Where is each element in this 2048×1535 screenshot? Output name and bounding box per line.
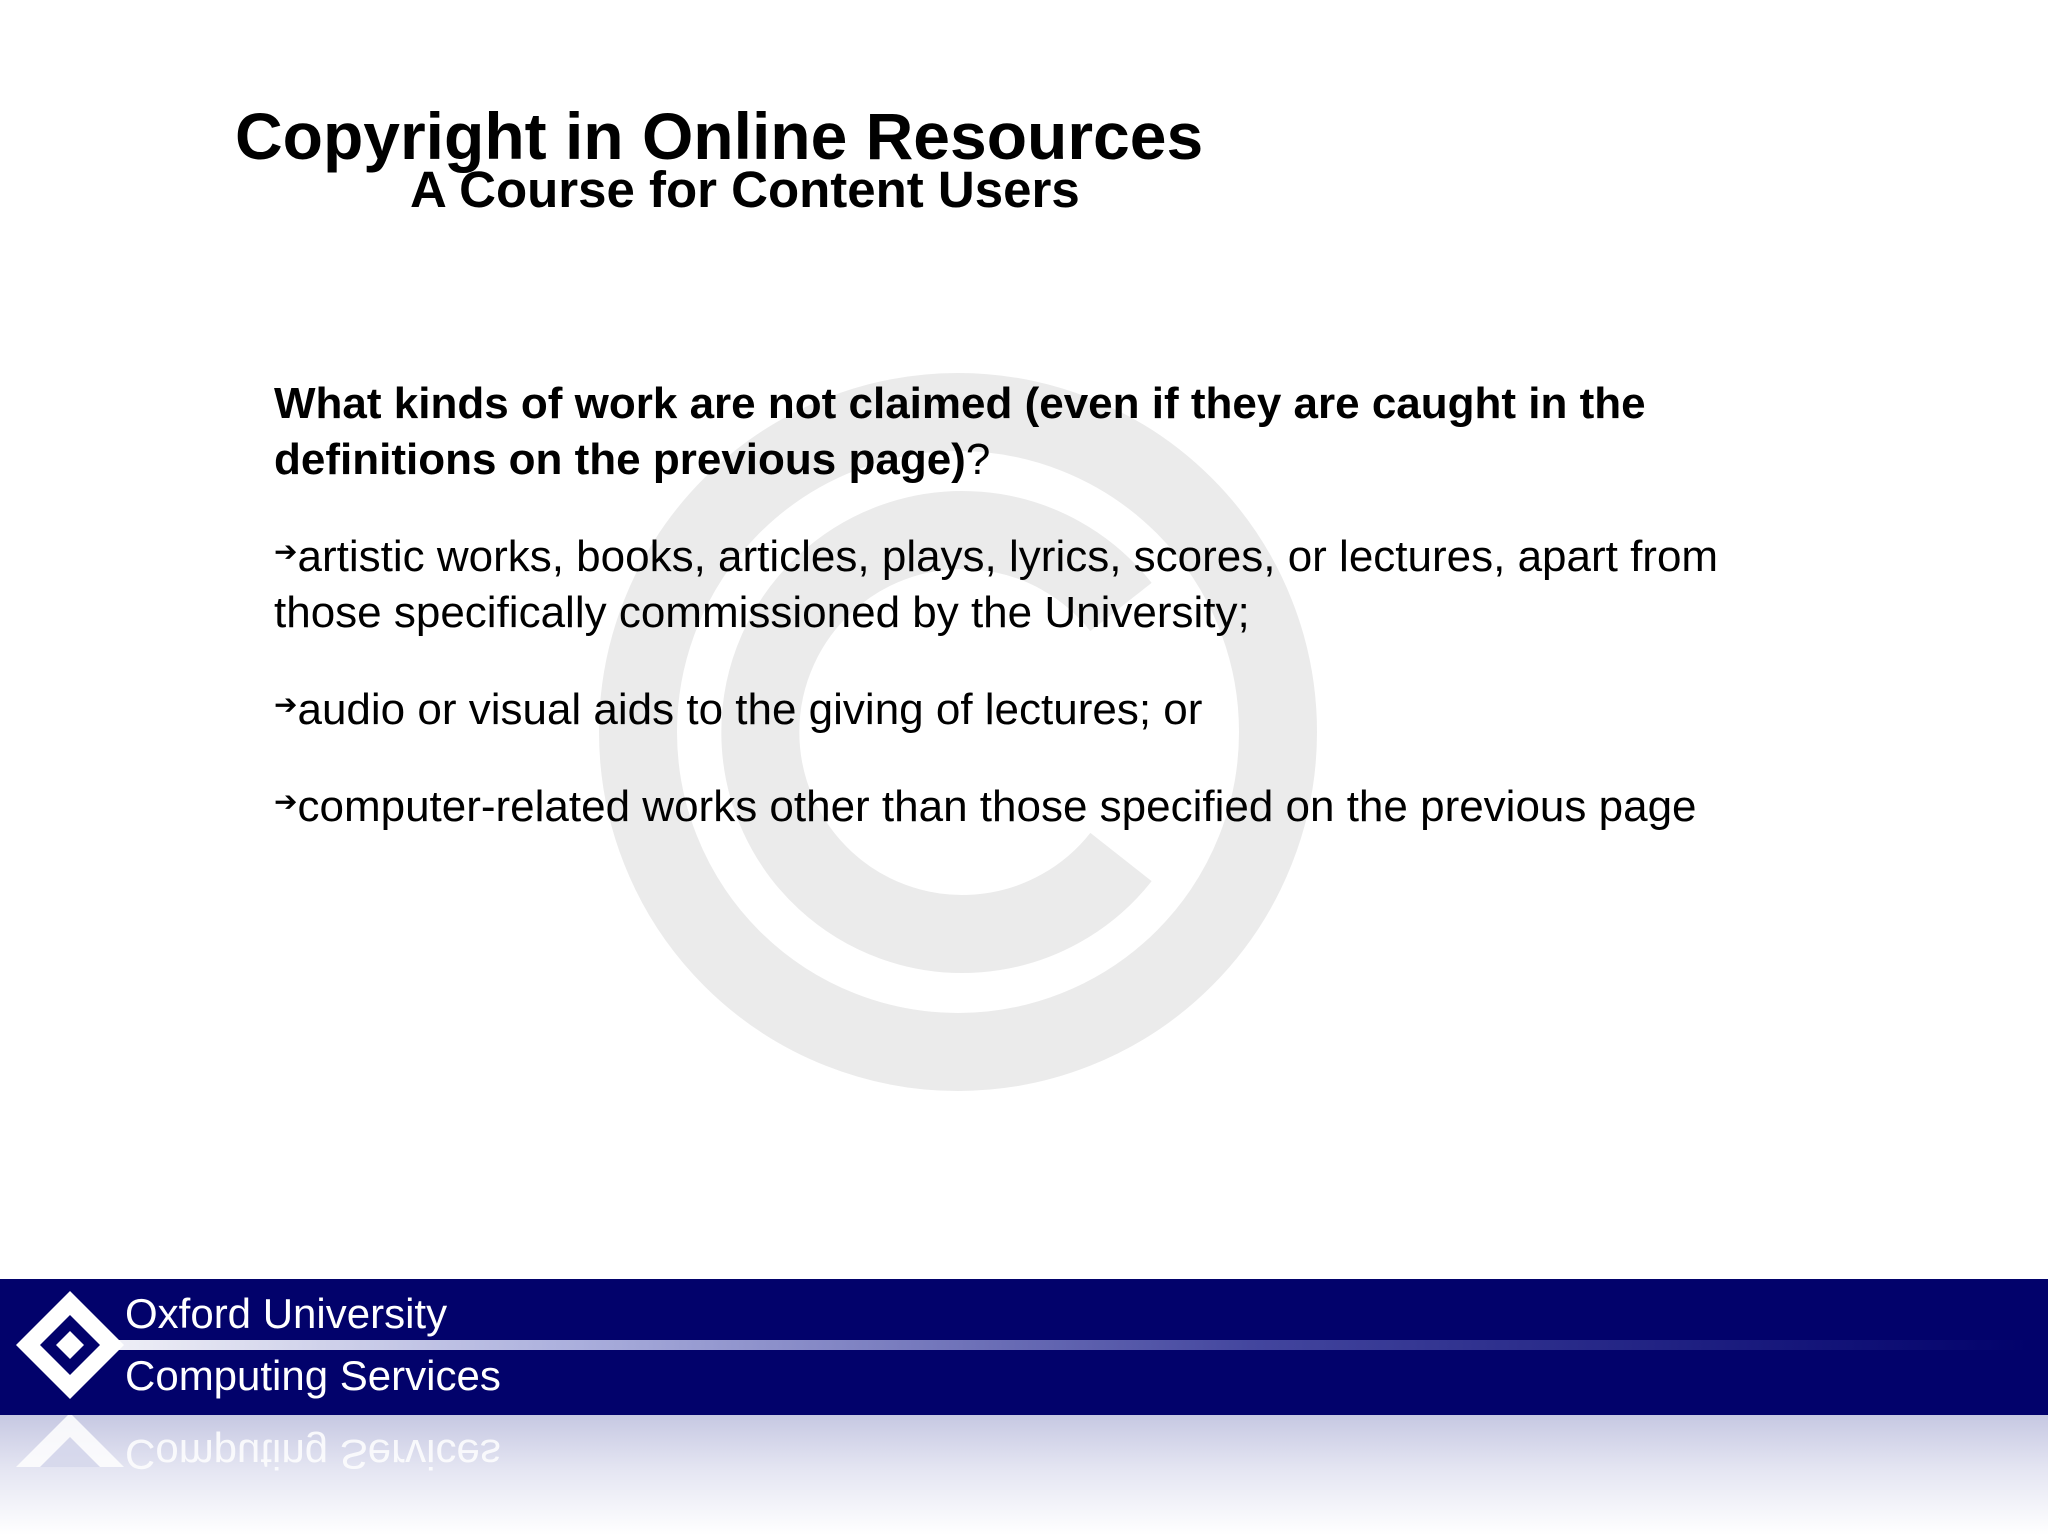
footer-light-streak: [90, 1340, 2030, 1350]
slide-body: What kinds of work are not claimed (even…: [274, 376, 1834, 871]
oucs-diamond-logo-icon: [16, 1291, 124, 1399]
bullet-item: ➔audio or visual aids to the giving of l…: [274, 677, 1834, 738]
question-bold: What kinds of work are not claimed (even…: [274, 379, 1646, 484]
bullet-item: ➔computer-related works other than those…: [274, 774, 1834, 835]
arrow-bullet-icon: ➔: [274, 689, 298, 720]
footer-org-line1: Oxford University: [125, 1290, 448, 1337]
slide-subtitle: A Course for Content Users: [410, 161, 1080, 218]
reflected-logo-icon: [16, 1415, 124, 1467]
arrow-bullet-icon: ➔: [274, 786, 298, 817]
bullet-text: artistic works, books, articles, plays, …: [274, 532, 1719, 637]
question-text: What kinds of work are not claimed (even…: [274, 376, 1834, 488]
footer-reflection: Computing Services: [0, 1415, 2048, 1535]
footer-reflection-text: Computing Services: [125, 1431, 501, 1478]
bullet-item: ➔artistic works, books, articles, plays,…: [274, 524, 1834, 641]
bullet-text: computer-related works other than those …: [297, 782, 1697, 831]
arrow-bullet-icon: ➔: [274, 536, 298, 567]
footer-band: Oxford University Computing Services: [0, 1279, 2048, 1415]
question-mark: ?: [965, 435, 991, 484]
bullet-text: audio or visual aids to the giving of le…: [297, 685, 1203, 734]
footer-org-line2: Computing Services: [125, 1352, 501, 1399]
